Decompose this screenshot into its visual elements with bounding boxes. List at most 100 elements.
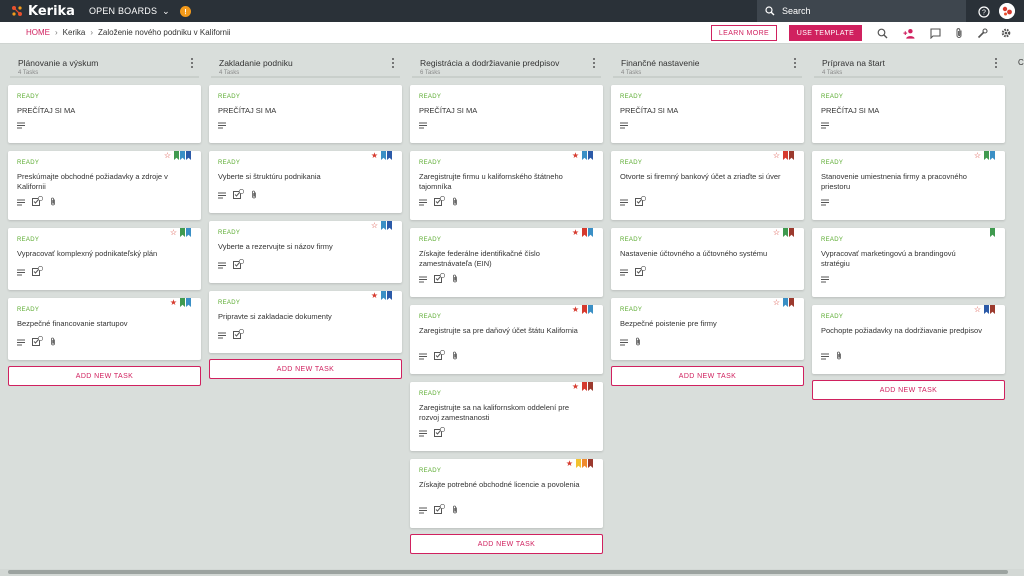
task-card[interactable]: READY Získajte potrebné obchodné licencie… [410, 459, 603, 528]
star-filled-icon[interactable]: ★ [566, 460, 573, 468]
task-card[interactable]: READY Vypracovať komplexný podnikateľský … [8, 228, 201, 290]
star-filled-icon[interactable]: ★ [572, 152, 579, 160]
task-card[interactable]: READY PREČÍTAJ SI MA [611, 85, 804, 143]
task-status: READY [17, 94, 40, 100]
task-card[interactable]: READY Zaregistrujte sa na kalifornskom od… [410, 382, 603, 451]
task-card[interactable]: READY Otvorte si firemný bankový účet a z… [611, 151, 804, 220]
star-outline-icon[interactable]: ☆ [773, 152, 780, 160]
task-flags: ☆ [773, 151, 794, 160]
tag-bookmark-icon [576, 459, 581, 468]
breadcrumb-account[interactable]: Kerika [63, 28, 86, 37]
star-filled-icon[interactable]: ★ [170, 299, 177, 307]
add-new-task-button[interactable]: ADD NEW TASK [8, 366, 201, 386]
task-indicators [218, 256, 245, 274]
avatar[interactable] [999, 3, 1015, 19]
search-board-icon[interactable] [876, 27, 888, 39]
star-outline-icon[interactable]: ☆ [974, 152, 981, 160]
task-card[interactable]: READY Nastavenie účtovného a účtovného sy… [611, 228, 804, 290]
attachment-icon [50, 193, 56, 211]
attachment-icon[interactable] [953, 27, 965, 39]
horizontal-scrollbar[interactable] [0, 569, 1024, 576]
description-icon [620, 116, 628, 134]
column-menu-icon[interactable] [993, 58, 999, 68]
attachment-icon [452, 501, 458, 519]
task-card[interactable]: READY Vypracovať marketingovú a brandingo… [812, 228, 1005, 297]
tag-bookmark-icon [186, 298, 191, 307]
add-new-task-button[interactable]: ADD NEW TASK [410, 534, 603, 554]
column-title[interactable]: Plánovanie a výskum [18, 58, 199, 68]
task-card[interactable]: READY Vyberte a rezervujte si názov firmy… [209, 221, 402, 283]
task-indicators [419, 116, 427, 134]
search-input[interactable]: Search [757, 0, 966, 22]
task-card[interactable]: READY PREČÍTAJ SI MA [209, 85, 402, 143]
help-icon[interactable]: ? [978, 5, 990, 23]
task-card[interactable]: READY Stanovenie umiestnenia firmy a prac… [812, 151, 1005, 220]
add-new-task-button[interactable]: ADD NEW TASK [812, 380, 1005, 400]
column-menu-icon[interactable] [390, 58, 396, 68]
learn-more-button[interactable]: LEARN MORE [711, 25, 777, 41]
board-column: Finančné nastavenie 4 Tasks READY PREČÍTAJ … [611, 44, 804, 386]
task-card[interactable]: READY Zaregistrujte firmu u kalifornského… [410, 151, 603, 220]
star-filled-icon[interactable]: ★ [572, 229, 579, 237]
add-new-task-button[interactable]: ADD NEW TASK [611, 366, 804, 386]
column-menu-icon[interactable] [189, 58, 195, 68]
task-status: READY [620, 94, 643, 100]
description-icon [17, 116, 25, 134]
task-card[interactable]: READY PREČÍTAJ SI MA [8, 85, 201, 143]
add-person-icon[interactable] [903, 27, 915, 39]
star-filled-icon[interactable]: ★ [371, 292, 378, 300]
star-filled-icon[interactable]: ★ [572, 306, 579, 314]
column-title[interactable]: Registrácia a dodržiavanie predpisov [420, 58, 601, 68]
column-title[interactable]: Finančné nastavenie [621, 58, 802, 68]
column-title[interactable]: Príprava na štart [822, 58, 1003, 68]
tag-bookmark-icon [186, 228, 191, 237]
task-indicators [17, 263, 44, 281]
settings-gear-icon[interactable] [1000, 27, 1012, 39]
task-card[interactable]: READY Pripravte si zakladacie dokumenty ★ [209, 291, 402, 353]
task-card[interactable]: READY Získajte federálne identifikačné čí… [410, 228, 603, 297]
task-card[interactable]: READY PREČÍTAJ SI MA [410, 85, 603, 143]
task-flags: ☆ [974, 151, 995, 160]
kerika-logo[interactable]: Kerika [10, 4, 75, 19]
task-flags: ★ [371, 291, 392, 300]
add-new-task-button[interactable]: ADD NEW TASK [209, 359, 402, 379]
gear-icon [1001, 28, 1011, 38]
tag-bookmark-icon [582, 151, 587, 160]
star-outline-icon[interactable]: ☆ [371, 222, 378, 230]
star-filled-icon[interactable]: ★ [572, 383, 579, 391]
task-card[interactable]: READY Vyberte si štruktúru podnikania ★ [209, 151, 402, 213]
task-card[interactable]: READY Bezpečné poistenie pre firmy ☆ [611, 298, 804, 360]
star-outline-icon[interactable]: ☆ [170, 229, 177, 237]
task-flags: ★ [572, 382, 593, 391]
task-status: READY [419, 94, 442, 100]
notification-icon[interactable] [179, 5, 191, 17]
use-template-button[interactable]: USE TEMPLATE [789, 25, 862, 41]
board-column: Príprava na štart 4 Tasks READY PREČÍTAJ SI… [812, 44, 1005, 400]
breadcrumb-home[interactable]: HOME [26, 28, 50, 37]
task-title: Vypracovať komplexný podnikateľský plán [17, 249, 158, 258]
star-filled-icon[interactable]: ★ [371, 152, 378, 160]
task-card[interactable]: READY Preskúmajte obchodné požiadavky a z… [8, 151, 201, 220]
star-outline-icon[interactable]: ☆ [773, 229, 780, 237]
open-boards-dropdown[interactable]: OPEN BOARDS ⌄ [89, 6, 170, 17]
star-outline-icon[interactable]: ☆ [773, 299, 780, 307]
tag-bookmark-icon [990, 228, 995, 237]
task-flags: ☆ [974, 305, 995, 314]
task-flags [990, 228, 995, 237]
task-card[interactable]: READY PREČÍTAJ SI MA [812, 85, 1005, 143]
description-icon [218, 186, 226, 204]
star-outline-icon[interactable]: ☆ [164, 152, 171, 160]
description-icon [419, 270, 427, 288]
star-outline-icon[interactable]: ☆ [974, 306, 981, 314]
task-card[interactable]: READY Pochopte požiadavky na dodržiavanie… [812, 305, 1005, 374]
task-flags: ★ [572, 151, 593, 160]
column-menu-icon[interactable] [591, 58, 597, 68]
task-status: READY [218, 230, 241, 236]
task-card[interactable]: READY Zaregistrujte sa pre daňový účet št… [410, 305, 603, 374]
chat-icon[interactable] [929, 27, 941, 39]
column-menu-icon[interactable] [792, 58, 798, 68]
column-title[interactable]: Zakladanie podniku [219, 58, 400, 68]
tools-icon[interactable] [976, 27, 988, 39]
scrollbar-thumb[interactable] [8, 570, 1008, 574]
task-card[interactable]: READY Bezpečné financovanie startupov ★ [8, 298, 201, 360]
